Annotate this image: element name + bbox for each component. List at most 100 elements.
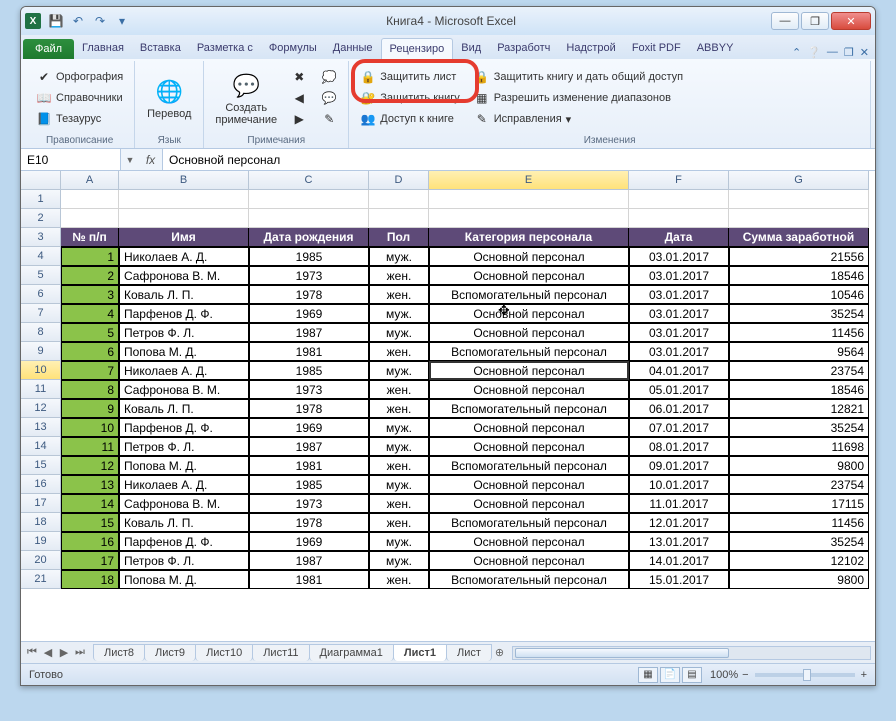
- cell-sum-12[interactable]: 12821: [729, 399, 869, 418]
- cell-sex-11[interactable]: жен.: [369, 380, 429, 399]
- table-header-5[interactable]: Дата: [629, 228, 729, 247]
- ribbon-tab-0[interactable]: Главная: [74, 38, 132, 59]
- cell-sum-10[interactable]: 23754: [729, 361, 869, 380]
- view-pagebreak-button[interactable]: ▤: [682, 667, 702, 683]
- cell-name-14[interactable]: Петров Ф. Л.: [119, 437, 249, 456]
- show-ink-button[interactable]: ✎: [316, 109, 342, 129]
- table-header-4[interactable]: Категория персонала: [429, 228, 629, 247]
- formula-input[interactable]: Основной персонал: [163, 149, 875, 170]
- cell-F2[interactable]: [629, 209, 729, 228]
- doc-max-icon[interactable]: ❐: [844, 46, 854, 59]
- show-all-comments-button[interactable]: 💬: [316, 88, 342, 108]
- cell-A2[interactable]: [61, 209, 119, 228]
- cell-sex-6[interactable]: жен.: [369, 285, 429, 304]
- cell-id-4[interactable]: 1: [61, 247, 119, 266]
- cell-dob-9[interactable]: 1981: [249, 342, 369, 361]
- cell-dob-10[interactable]: 1985: [249, 361, 369, 380]
- cell-name-11[interactable]: Сафронова В. М.: [119, 380, 249, 399]
- row-header-13[interactable]: 13: [21, 418, 61, 437]
- cell-D1[interactable]: [369, 190, 429, 209]
- cell-name-9[interactable]: Попова М. Д.: [119, 342, 249, 361]
- cell-date-6[interactable]: 03.01.2017: [629, 285, 729, 304]
- table-header-3[interactable]: Пол: [369, 228, 429, 247]
- cell-cat-19[interactable]: Основной персонал: [429, 532, 629, 551]
- row-header-20[interactable]: 20: [21, 551, 61, 570]
- cell-F1[interactable]: [629, 190, 729, 209]
- ribbon-tab-2[interactable]: Разметка с: [189, 38, 261, 59]
- zoom-thumb[interactable]: [803, 669, 811, 681]
- cell-name-19[interactable]: Парфенов Д. Ф.: [119, 532, 249, 551]
- cell-sum-17[interactable]: 17115: [729, 494, 869, 513]
- track-changes-button[interactable]: ✎Исправления ▾: [469, 109, 688, 129]
- cell-dob-14[interactable]: 1987: [249, 437, 369, 456]
- row-header-2[interactable]: 2: [21, 209, 61, 228]
- cell-id-8[interactable]: 5: [61, 323, 119, 342]
- cell-date-7[interactable]: 03.01.2017: [629, 304, 729, 323]
- cell-sex-5[interactable]: жен.: [369, 266, 429, 285]
- cell-sum-18[interactable]: 11456: [729, 513, 869, 532]
- cell-cat-15[interactable]: Вспомогательный персонал: [429, 456, 629, 475]
- cell-name-6[interactable]: Коваль Л. П.: [119, 285, 249, 304]
- protect-sheet-button[interactable]: 🔒Защитить лист: [355, 67, 465, 87]
- cell-dob-6[interactable]: 1978: [249, 285, 369, 304]
- cell-name-5[interactable]: Сафронова В. М.: [119, 266, 249, 285]
- cell-dob-19[interactable]: 1969: [249, 532, 369, 551]
- cell-sex-19[interactable]: муж.: [369, 532, 429, 551]
- cell-sex-16[interactable]: муж.: [369, 475, 429, 494]
- cell-cat-10[interactable]: Основной персонал: [429, 361, 629, 380]
- cell-date-20[interactable]: 14.01.2017: [629, 551, 729, 570]
- row-header-18[interactable]: 18: [21, 513, 61, 532]
- cell-sum-14[interactable]: 11698: [729, 437, 869, 456]
- col-header-D[interactable]: D: [369, 171, 429, 190]
- cell-name-4[interactable]: Николаев А. Д.: [119, 247, 249, 266]
- view-layout-button[interactable]: 📄: [660, 667, 680, 683]
- cell-cat-5[interactable]: Основной персонал: [429, 266, 629, 285]
- cell-date-18[interactable]: 12.01.2017: [629, 513, 729, 532]
- cell-id-13[interactable]: 10: [61, 418, 119, 437]
- cell-date-9[interactable]: 03.01.2017: [629, 342, 729, 361]
- redo-button[interactable]: ↷: [91, 12, 109, 30]
- new-comment-button[interactable]: 💬 Создать примечание: [210, 63, 282, 133]
- cell-G1[interactable]: [729, 190, 869, 209]
- cell-G2[interactable]: [729, 209, 869, 228]
- cell-date-12[interactable]: 06.01.2017: [629, 399, 729, 418]
- row-header-21[interactable]: 21: [21, 570, 61, 589]
- cell-C1[interactable]: [249, 190, 369, 209]
- save-button[interactable]: 💾: [47, 12, 65, 30]
- file-tab[interactable]: Файл: [23, 39, 74, 59]
- cell-cat-13[interactable]: Основной персонал: [429, 418, 629, 437]
- cell-date-17[interactable]: 11.01.2017: [629, 494, 729, 513]
- cell-sex-10[interactable]: муж.: [369, 361, 429, 380]
- cell-id-14[interactable]: 11: [61, 437, 119, 456]
- cell-name-15[interactable]: Попова М. Д.: [119, 456, 249, 475]
- cell-name-13[interactable]: Парфенов Д. Ф.: [119, 418, 249, 437]
- cell-dob-21[interactable]: 1981: [249, 570, 369, 589]
- prev-comment-button[interactable]: ◀: [286, 88, 312, 108]
- cell-sex-15[interactable]: жен.: [369, 456, 429, 475]
- cell-sex-8[interactable]: муж.: [369, 323, 429, 342]
- name-box[interactable]: E10: [21, 149, 121, 170]
- cell-dob-20[interactable]: 1987: [249, 551, 369, 570]
- cell-dob-16[interactable]: 1985: [249, 475, 369, 494]
- qat-dropdown-icon[interactable]: ▾: [113, 12, 131, 30]
- cell-dob-13[interactable]: 1969: [249, 418, 369, 437]
- cell-id-20[interactable]: 17: [61, 551, 119, 570]
- cell-sex-12[interactable]: жен.: [369, 399, 429, 418]
- sheet-tab-0[interactable]: Лист8: [93, 644, 145, 661]
- cell-date-15[interactable]: 09.01.2017: [629, 456, 729, 475]
- row-header-15[interactable]: 15: [21, 456, 61, 475]
- table-header-2[interactable]: Дата рождения: [249, 228, 369, 247]
- ribbon-tab-1[interactable]: Вставка: [132, 38, 189, 59]
- cell-sex-14[interactable]: муж.: [369, 437, 429, 456]
- cell-sum-8[interactable]: 11456: [729, 323, 869, 342]
- row-header-14[interactable]: 14: [21, 437, 61, 456]
- help-icon[interactable]: ❔: [807, 46, 821, 59]
- cell-cat-9[interactable]: Вспомогательный персонал: [429, 342, 629, 361]
- cell-dob-4[interactable]: 1985: [249, 247, 369, 266]
- cell-sex-7[interactable]: муж.: [369, 304, 429, 323]
- row-header-6[interactable]: 6: [21, 285, 61, 304]
- cell-date-19[interactable]: 13.01.2017: [629, 532, 729, 551]
- cell-id-15[interactable]: 12: [61, 456, 119, 475]
- sheet-nav-next-icon[interactable]: ▶: [57, 646, 71, 659]
- doc-min-icon[interactable]: —: [827, 46, 838, 59]
